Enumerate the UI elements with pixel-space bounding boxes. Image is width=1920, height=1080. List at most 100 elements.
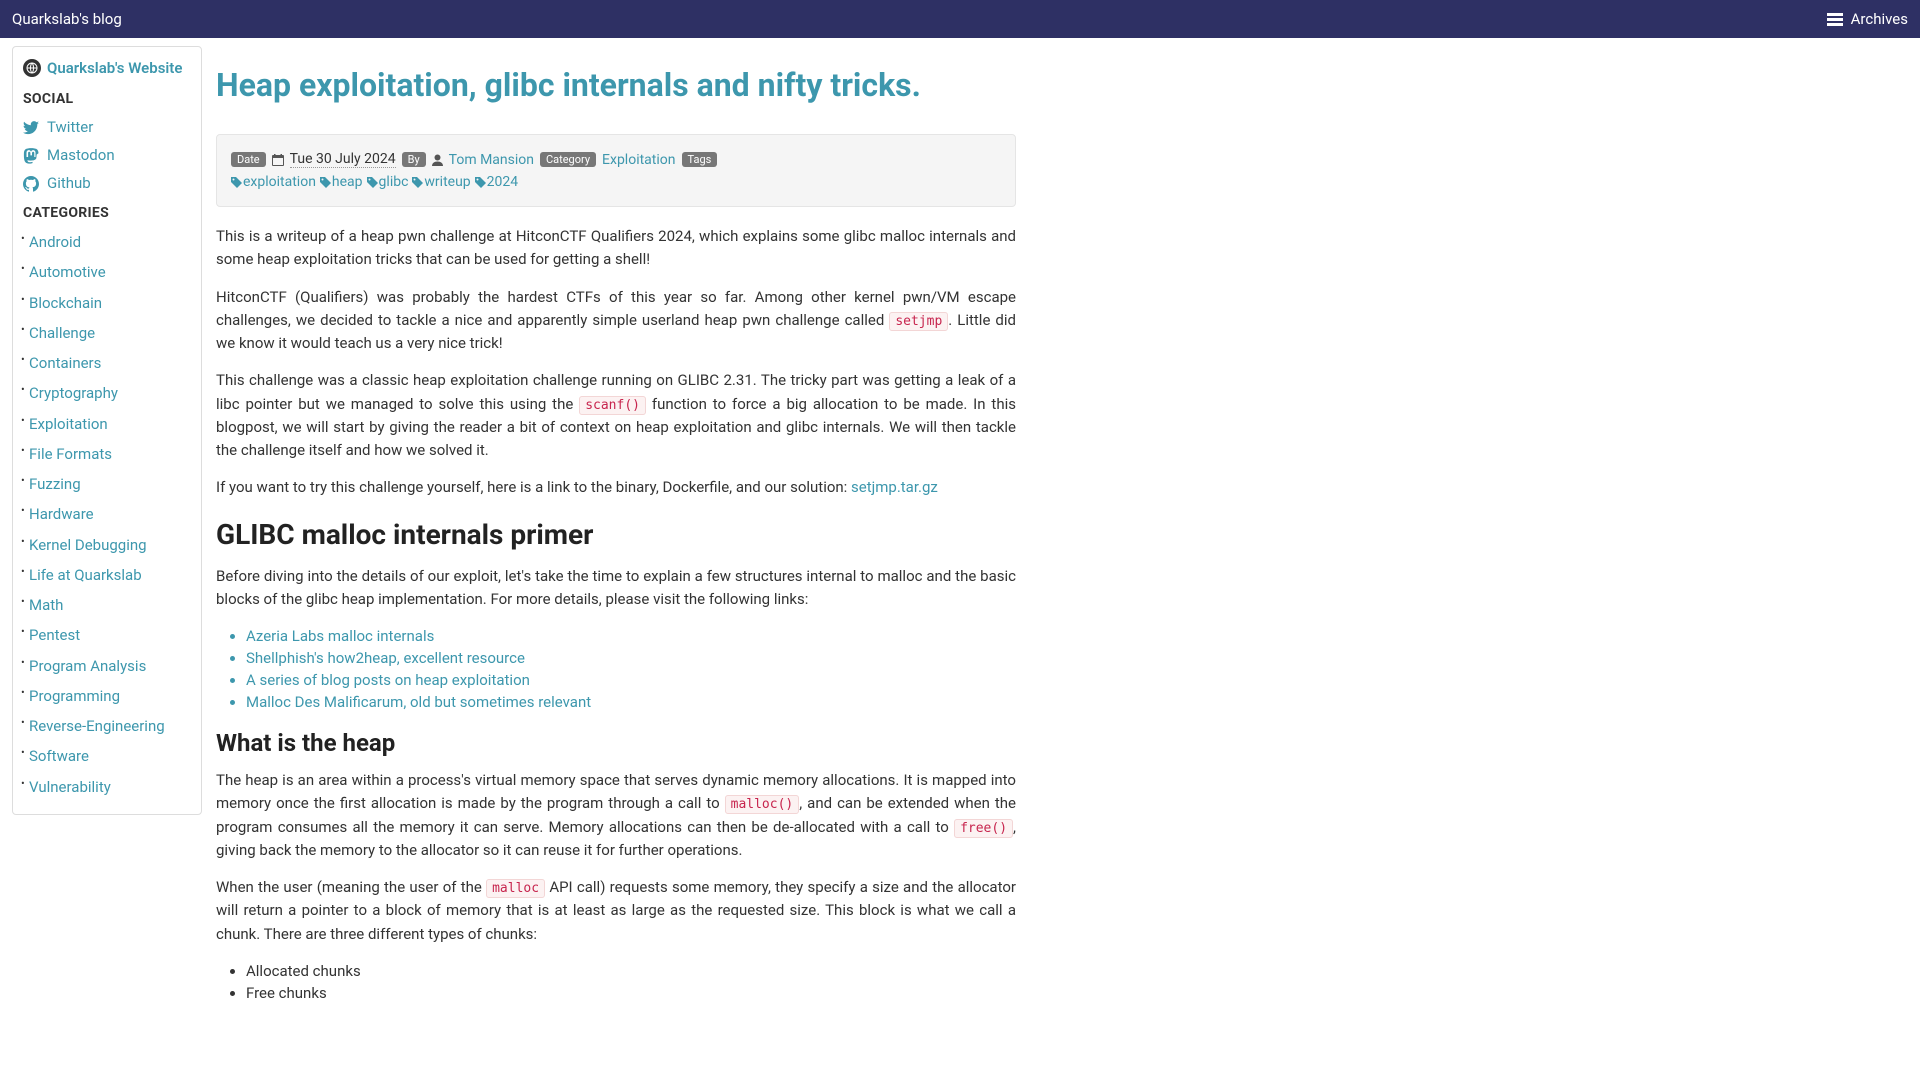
archives-label: Archives bbox=[1851, 10, 1908, 28]
category-link[interactable]: Program Analysis bbox=[29, 657, 146, 675]
category-link[interactable]: Pentest bbox=[29, 626, 80, 644]
author-link[interactable]: Tom Mansion bbox=[449, 152, 534, 168]
date-pill: Date bbox=[231, 152, 266, 167]
person-icon bbox=[432, 153, 443, 167]
tag-link[interactable]: writeup bbox=[424, 174, 470, 190]
category-item: Fuzzing bbox=[23, 469, 191, 499]
category-link[interactable]: Challenge bbox=[29, 324, 95, 342]
code-inline: setjmp bbox=[889, 312, 948, 331]
category-item: Containers bbox=[23, 348, 191, 378]
twitter-icon bbox=[23, 118, 39, 136]
social-label: Mastodon bbox=[47, 146, 115, 164]
category-item: Life at Quarkslab bbox=[23, 560, 191, 590]
category-item: Cryptography bbox=[23, 378, 191, 408]
body-paragraph: The heap is an area within a process's v… bbox=[216, 769, 1016, 862]
category-link[interactable]: Software bbox=[29, 747, 89, 765]
category-item: Programming bbox=[23, 681, 191, 711]
text: When the user (meaning the user of the bbox=[216, 878, 486, 896]
globe-icon bbox=[23, 59, 41, 77]
tag-icon bbox=[475, 175, 486, 189]
category-item: Vulnerability bbox=[23, 772, 191, 802]
category-link[interactable]: Life at Quarkslab bbox=[29, 566, 142, 584]
category-link[interactable]: Fuzzing bbox=[29, 475, 81, 493]
tag-icon bbox=[320, 175, 331, 189]
category-link[interactable]: Exploitation bbox=[602, 152, 675, 168]
code-inline: malloc() bbox=[725, 795, 800, 814]
mastodon-icon bbox=[23, 146, 39, 164]
reference-link[interactable]: Azeria Labs malloc internals bbox=[246, 627, 434, 645]
by-pill: By bbox=[402, 152, 426, 167]
body-paragraph: This challenge was a classic heap exploi… bbox=[216, 369, 1016, 462]
body-paragraph: If you want to try this challenge yourse… bbox=[216, 476, 1016, 499]
category-item: Exploitation bbox=[23, 409, 191, 439]
website-link[interactable]: Quarkslab's Website bbox=[23, 59, 191, 77]
tag-link[interactable]: exploitation bbox=[243, 174, 316, 190]
reference-list: Azeria Labs malloc internals Shellphish's… bbox=[246, 625, 1016, 713]
category-item: Blockchain bbox=[23, 288, 191, 318]
sidebar: Quarkslab's Website SOCIAL Twitter Masto… bbox=[12, 46, 202, 815]
tags-pill: Tags bbox=[682, 152, 718, 167]
social-header: SOCIAL bbox=[23, 91, 191, 107]
category-link[interactable]: Cryptography bbox=[29, 384, 118, 402]
page-title: Heap exploitation, glibc internals and n… bbox=[216, 66, 1016, 104]
category-link[interactable]: Exploitation bbox=[29, 415, 108, 433]
social-label: Twitter bbox=[47, 118, 93, 136]
category-link[interactable]: Blockchain bbox=[29, 294, 102, 312]
chunks-list: Allocated chunksFree chunks bbox=[246, 960, 1016, 1004]
category-link[interactable]: Programming bbox=[29, 687, 120, 705]
reference-link[interactable]: Shellphish's how2heap, excellent resourc… bbox=[246, 649, 525, 667]
tag-icon bbox=[367, 175, 378, 189]
publish-date: Tue 30 July 2024 bbox=[290, 151, 396, 168]
tags-container: exploitation heap glibc writeup 2024 bbox=[231, 174, 522, 190]
tag-link[interactable]: heap bbox=[332, 174, 363, 190]
github-icon bbox=[23, 174, 39, 192]
category-link[interactable]: Automotive bbox=[29, 263, 106, 281]
category-link[interactable]: File Formats bbox=[29, 445, 112, 463]
section-heading: GLIBC malloc internals primer bbox=[216, 518, 1016, 551]
category-item: Challenge bbox=[23, 318, 191, 348]
social-mastodon[interactable]: Mastodon bbox=[23, 146, 191, 164]
category-item: File Formats bbox=[23, 439, 191, 469]
reference-link[interactable]: Malloc Des Malificarum, old but sometime… bbox=[246, 693, 591, 711]
category-link[interactable]: Containers bbox=[29, 354, 101, 372]
category-link[interactable]: Android bbox=[29, 233, 81, 251]
list-item: Shellphish's how2heap, excellent resourc… bbox=[246, 647, 1016, 669]
text: If you want to try this challenge yourse… bbox=[216, 478, 851, 496]
category-link[interactable]: Hardware bbox=[29, 505, 94, 523]
article: Heap exploitation, glibc internals and n… bbox=[206, 46, 1036, 1038]
categories-header: CATEGORIES bbox=[23, 205, 191, 221]
tag-icon bbox=[412, 175, 423, 189]
body-paragraph: HitconCTF (Qualifiers) was probably the … bbox=[216, 286, 1016, 356]
category-item: Android bbox=[23, 227, 191, 257]
meta-box: Date Tue 30 July 2024 By Tom Mansion Cat… bbox=[216, 134, 1016, 207]
list-item: Free chunks bbox=[246, 982, 1016, 1004]
reference-link[interactable]: A series of blog posts on heap exploitat… bbox=[246, 671, 530, 689]
list-item: Allocated chunks bbox=[246, 960, 1016, 982]
category-pill: Category bbox=[540, 152, 596, 167]
category-link[interactable]: Math bbox=[29, 596, 63, 614]
category-item: Pentest bbox=[23, 620, 191, 650]
body-paragraph: Before diving into the details of our ex… bbox=[216, 565, 1016, 612]
tag-icon bbox=[231, 175, 242, 189]
category-item: Software bbox=[23, 741, 191, 771]
subsection-heading: What is the heap bbox=[216, 729, 1016, 757]
category-link[interactable]: Reverse-Engineering bbox=[29, 717, 165, 735]
archives-icon bbox=[1827, 10, 1843, 28]
tag-link[interactable]: 2024 bbox=[487, 174, 518, 190]
body-paragraph: When the user (meaning the user of the m… bbox=[216, 876, 1016, 946]
list-item: Azeria Labs malloc internals bbox=[246, 625, 1016, 647]
code-inline: scanf() bbox=[579, 396, 646, 415]
social-github[interactable]: Github bbox=[23, 174, 191, 192]
archives-link[interactable]: Archives bbox=[1827, 10, 1908, 28]
tag-link[interactable]: glibc bbox=[379, 174, 409, 190]
social-list: Twitter Mastodon Github bbox=[23, 113, 191, 197]
category-link[interactable]: Vulnerability bbox=[29, 778, 111, 796]
category-item: Program Analysis bbox=[23, 651, 191, 681]
category-item: Hardware bbox=[23, 499, 191, 529]
code-inline: malloc bbox=[486, 879, 545, 898]
category-link[interactable]: Kernel Debugging bbox=[29, 536, 147, 554]
download-link[interactable]: setjmp.tar.gz bbox=[851, 478, 938, 496]
category-item: Math bbox=[23, 590, 191, 620]
social-twitter[interactable]: Twitter bbox=[23, 118, 191, 136]
brand-link[interactable]: Quarkslab's blog bbox=[12, 10, 122, 28]
